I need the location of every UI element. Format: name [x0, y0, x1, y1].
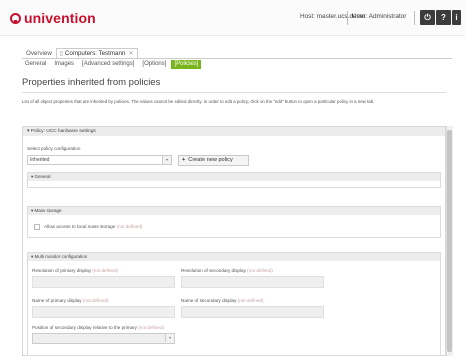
tab-overview[interactable]: Overview — [22, 48, 56, 58]
power-icon: ⏻ — [424, 13, 431, 22]
logo-mark-icon — [10, 12, 21, 24]
select-policy-label: Select policy configuration — [27, 146, 81, 151]
mass-storage-checkbox[interactable] — [34, 224, 40, 230]
general-section: ▾ General — [27, 172, 441, 188]
main-tab-bar: Overview ▯ Computers: Testmann ✕ — [22, 48, 138, 58]
top-header: univention Host: master.ucs.demo User: A… — [0, 0, 465, 36]
secondary-resolution-field — [181, 276, 324, 288]
info-icon: i — [455, 13, 458, 22]
general-section-header[interactable]: ▾ General — [28, 173, 440, 181]
user-menu[interactable]: User: Administrator — [352, 13, 406, 20]
subtab-options[interactable]: [Options] — [139, 60, 169, 69]
primary-resolution-field — [32, 276, 175, 288]
create-new-policy-button[interactable]: + Create new policy — [178, 155, 249, 166]
help-button[interactable]: ? — [436, 10, 451, 25]
mass-storage-checkbox-label: Allow access to local mass storage (not … — [44, 224, 143, 229]
page-title: Properties inherited from policies — [22, 77, 161, 88]
chevron-down-icon: ▾ — [165, 334, 174, 342]
tab-divider — [22, 58, 452, 59]
secondary-position-label: Position of secondary display relative t… — [32, 325, 165, 330]
tab-computers-testmann[interactable]: ▯ Computers: Testmann ✕ — [55, 48, 138, 58]
secondary-name-field — [181, 306, 324, 318]
secondary-name-label: Name of secondary display (not defined) — [181, 298, 264, 303]
multi-monitor-section-header[interactable]: ▾ Multi monitor configuration — [28, 253, 440, 261]
help-icon: ? — [441, 13, 446, 22]
chevron-down-icon: ▾ — [162, 156, 171, 164]
close-icon[interactable]: ✕ — [128, 50, 133, 57]
subtab-advanced-settings[interactable]: [Advanced settings] — [79, 60, 137, 69]
select-value: Inherited — [30, 157, 50, 163]
sub-tab-bar: General Images [Advanced settings] [Opti… — [22, 60, 202, 69]
mass-storage-section: ▾ Mass storage — [27, 206, 441, 238]
primary-name-field — [32, 306, 175, 318]
power-button[interactable]: ⏻ — [420, 10, 435, 25]
univention-logo: univention — [10, 9, 96, 27]
mass-storage-section-header[interactable]: ▾ Mass storage — [28, 207, 440, 215]
primary-resolution-label: Resolution of primary display (not defin… — [32, 268, 119, 273]
info-button[interactable]: i — [452, 10, 461, 25]
header-divider — [414, 11, 415, 25]
subtab-policies[interactable]: [Policies] — [171, 60, 202, 69]
plus-icon: + — [182, 157, 186, 163]
page-description: List of all object properties that are i… — [22, 99, 375, 104]
policy-configuration-select[interactable]: Inherited ▾ — [27, 155, 172, 165]
secondary-resolution-label: Resolution of secondary display (not def… — [181, 268, 273, 273]
primary-name-label: Name of primary display (not defined) — [32, 298, 109, 303]
title-divider — [22, 92, 446, 93]
subtab-images[interactable]: Images — [51, 60, 77, 69]
subtab-general[interactable]: General — [22, 60, 49, 69]
scrollbar-thumb[interactable] — [447, 130, 452, 352]
tab-label: Overview — [26, 50, 52, 57]
header-divider — [347, 11, 348, 25]
create-button-label: Create new policy — [188, 157, 233, 163]
policy-panel-header[interactable]: ▾ Policy: UCC hardware settings — [23, 127, 445, 136]
secondary-position-select: ▾ — [32, 333, 175, 344]
tab-label: Computers: Testmann — [64, 50, 126, 57]
logo-text: univention — [24, 10, 96, 26]
